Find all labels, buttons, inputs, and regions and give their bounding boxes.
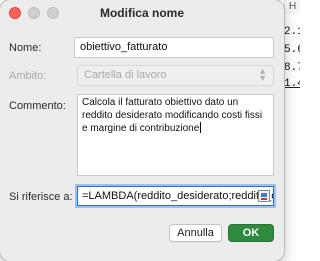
sheet-cell[interactable]: 2.1 (284, 22, 300, 42)
refers-to-formula: =LAMBDA(reddito_desiderato;reddito_ope (82, 190, 274, 202)
scope-select: Cartella di lavoro ▲ ▼ (77, 65, 274, 86)
refers-to-label: Si riferisce a: (9, 191, 73, 203)
comment-textarea[interactable]: Calcola il fatturato obiettivo dato un r… (77, 94, 274, 176)
title-bar: Modifica nome (0, 0, 284, 26)
column-header-h[interactable]: H (284, 0, 300, 14)
edit-name-dialog: Modifica nome Nome: obiettivo_fatturato … (0, 0, 284, 261)
comment-label: Commento: (9, 100, 66, 112)
text-caret (200, 122, 202, 133)
range-select-icon[interactable] (258, 190, 270, 202)
refers-to-input[interactable]: =LAMBDA(reddito_desiderato;reddito_ope (77, 186, 274, 206)
cancel-button[interactable]: Annulla (169, 224, 222, 242)
sheet-cell[interactable]: 5.6 (284, 40, 300, 60)
scope-select-value: Cartella di lavoro (84, 69, 167, 81)
dialog-title: Modifica nome (99, 6, 184, 20)
name-label: Nome: (9, 42, 42, 54)
cell-border (284, 87, 300, 88)
ok-button[interactable]: OK (228, 224, 274, 242)
sheet-cell[interactable]: 1.4 (284, 74, 300, 94)
comment-text: Calcola il fatturato obiettivo dato un r… (82, 97, 263, 134)
scope-label: Ambito: (9, 70, 47, 82)
name-input[interactable]: obiettivo_fatturato (74, 37, 274, 58)
chevron-updown-icon: ▲ ▼ (258, 66, 267, 83)
